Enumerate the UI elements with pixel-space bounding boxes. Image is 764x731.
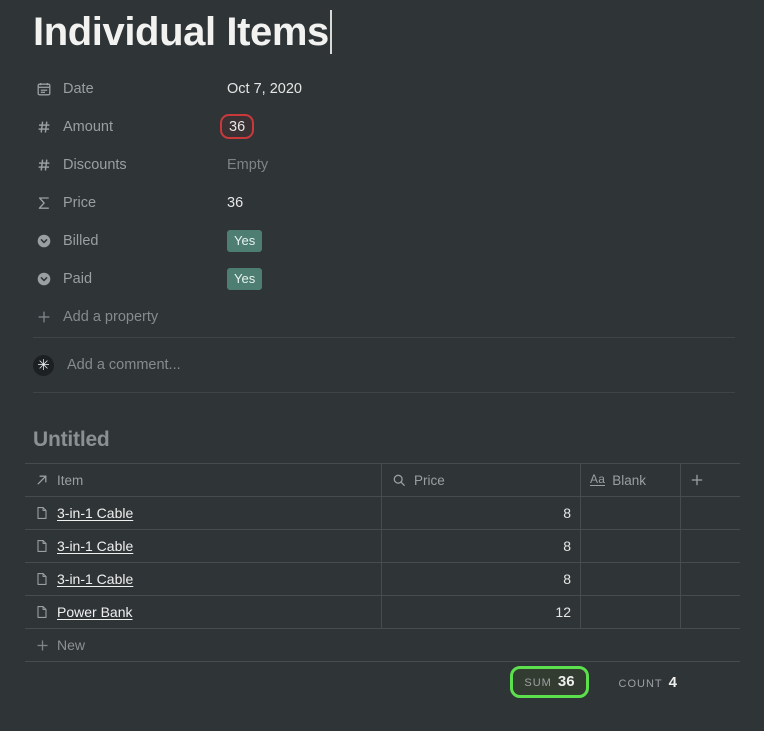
property-list: Date Oct 7, 2020 Amount 36 Discounts Emp… bbox=[33, 70, 733, 334]
cell-spacer bbox=[681, 530, 740, 562]
select-icon bbox=[33, 268, 55, 290]
property-value-price[interactable]: 36 bbox=[227, 193, 243, 213]
property-label-date: Date bbox=[63, 81, 94, 97]
page-icon bbox=[34, 604, 50, 620]
page-icon bbox=[34, 538, 50, 554]
property-row-amount[interactable]: Amount 36 bbox=[33, 108, 733, 146]
property-row-price[interactable]: Price 36 bbox=[33, 184, 733, 222]
property-value-amount-wrapper: 36 bbox=[220, 114, 255, 139]
add-property-button[interactable]: Add a property bbox=[33, 300, 733, 334]
cell-item-link[interactable]: Power Bank bbox=[57, 604, 132, 620]
column-header-blank-label: Blank bbox=[612, 472, 647, 488]
divider-top bbox=[33, 337, 735, 338]
select-icon bbox=[33, 230, 55, 252]
cell-item[interactable]: Power Bank bbox=[25, 596, 382, 628]
property-value-discounts[interactable]: Empty bbox=[227, 155, 268, 175]
cell-item-link[interactable]: 3-in-1 Cable bbox=[57, 571, 133, 587]
property-row-date[interactable]: Date Oct 7, 2020 bbox=[33, 70, 733, 108]
page-icon bbox=[34, 571, 50, 587]
property-value-paid-wrapper: Yes bbox=[227, 268, 263, 290]
add-column-button[interactable] bbox=[681, 464, 740, 496]
column-header-item[interactable]: Item bbox=[25, 464, 382, 496]
cell-spacer bbox=[681, 563, 740, 595]
property-value-amount: 36 bbox=[229, 118, 246, 135]
notion-page: Individual Items Date Oct 7, 2020 Amount… bbox=[0, 0, 764, 731]
property-value-billed-wrapper: Yes bbox=[227, 230, 263, 252]
property-row-paid[interactable]: Paid Yes bbox=[33, 260, 733, 298]
cell-blank[interactable] bbox=[581, 596, 681, 628]
column-header-price-label: Price bbox=[414, 472, 445, 488]
property-label-amount: Amount bbox=[63, 119, 113, 135]
new-row-button[interactable]: New bbox=[25, 629, 740, 662]
add-comment-row[interactable]: ✳ Add a comment... bbox=[33, 351, 181, 379]
plus-icon bbox=[33, 310, 55, 324]
cell-price[interactable]: 8 bbox=[382, 497, 581, 529]
hash-icon bbox=[33, 116, 55, 138]
page-icon bbox=[34, 505, 50, 521]
cell-blank[interactable] bbox=[581, 497, 681, 529]
cell-spacer bbox=[681, 497, 740, 529]
calendar-icon bbox=[33, 78, 55, 100]
page-title-row[interactable]: Individual Items bbox=[33, 8, 332, 56]
aggregation-sum-value: 36 bbox=[557, 673, 575, 690]
database-title[interactable]: Untitled bbox=[33, 428, 110, 452]
avatar: ✳ bbox=[33, 354, 54, 376]
property-label-paid: Paid bbox=[63, 271, 93, 287]
property-label-price: Price bbox=[63, 195, 97, 211]
status-badge-paid[interactable]: Yes bbox=[227, 268, 263, 290]
aggregation-count-value: 4 bbox=[668, 673, 677, 691]
table-row[interactable]: 3-in-1 Cable 8 bbox=[25, 530, 740, 563]
amount-highlight-box[interactable]: 36 bbox=[220, 114, 255, 139]
property-label-discounts: Discounts bbox=[63, 157, 127, 173]
cell-item[interactable]: 3-in-1 Cable bbox=[25, 563, 382, 595]
property-label-billed: Billed bbox=[63, 233, 99, 249]
database-table: Item Price Aa Blank 3-in-1 Cable 8 3-in-… bbox=[25, 463, 740, 702]
cell-blank[interactable] bbox=[581, 530, 681, 562]
page-title[interactable]: Individual Items bbox=[33, 8, 329, 56]
column-header-price[interactable]: Price bbox=[382, 464, 581, 496]
table-row[interactable]: Power Bank 12 bbox=[25, 596, 740, 629]
table-row[interactable]: 3-in-1 Cable 8 bbox=[25, 497, 740, 530]
table-header-row: Item Price Aa Blank bbox=[25, 464, 740, 497]
cell-price[interactable]: 12 bbox=[382, 596, 581, 628]
cell-item-link[interactable]: 3-in-1 Cable bbox=[57, 505, 133, 521]
aggregation-count-key: COUNT bbox=[618, 677, 663, 690]
aggregation-sum[interactable]: SUM 36 bbox=[510, 666, 589, 698]
cell-price[interactable]: 8 bbox=[382, 563, 581, 595]
text-caret bbox=[329, 10, 332, 54]
sigma-icon bbox=[33, 192, 55, 214]
aggregation-row: SUM 36 COUNT 4 bbox=[25, 662, 740, 702]
new-row-label: New bbox=[57, 637, 86, 653]
rollup-search-icon bbox=[391, 472, 407, 488]
cell-item[interactable]: 3-in-1 Cable bbox=[25, 530, 382, 562]
property-value-date[interactable]: Oct 7, 2020 bbox=[227, 79, 302, 99]
column-header-item-label: Item bbox=[57, 472, 84, 488]
cell-blank[interactable] bbox=[581, 563, 681, 595]
status-badge-billed[interactable]: Yes bbox=[227, 230, 263, 252]
property-row-discounts[interactable]: Discounts Empty bbox=[33, 146, 733, 184]
aggregation-sum-key: SUM bbox=[524, 677, 552, 689]
cell-price[interactable]: 8 bbox=[382, 530, 581, 562]
text-aa-icon: Aa bbox=[590, 472, 606, 486]
hash-icon bbox=[33, 154, 55, 176]
add-property-label: Add a property bbox=[63, 309, 159, 325]
property-row-billed[interactable]: Billed Yes bbox=[33, 222, 733, 260]
column-header-blank[interactable]: Aa Blank bbox=[581, 464, 681, 496]
divider-bottom bbox=[33, 392, 735, 393]
cell-item-link[interactable]: 3-in-1 Cable bbox=[57, 538, 133, 554]
cell-spacer bbox=[681, 596, 740, 628]
aggregation-count[interactable]: COUNT 4 bbox=[619, 674, 677, 691]
relation-arrow-icon bbox=[34, 472, 50, 488]
plus-icon bbox=[691, 474, 703, 486]
add-comment-placeholder: Add a comment... bbox=[67, 357, 181, 373]
cell-item[interactable]: 3-in-1 Cable bbox=[25, 497, 382, 529]
plus-icon bbox=[34, 639, 50, 652]
table-row[interactable]: 3-in-1 Cable 8 bbox=[25, 563, 740, 596]
